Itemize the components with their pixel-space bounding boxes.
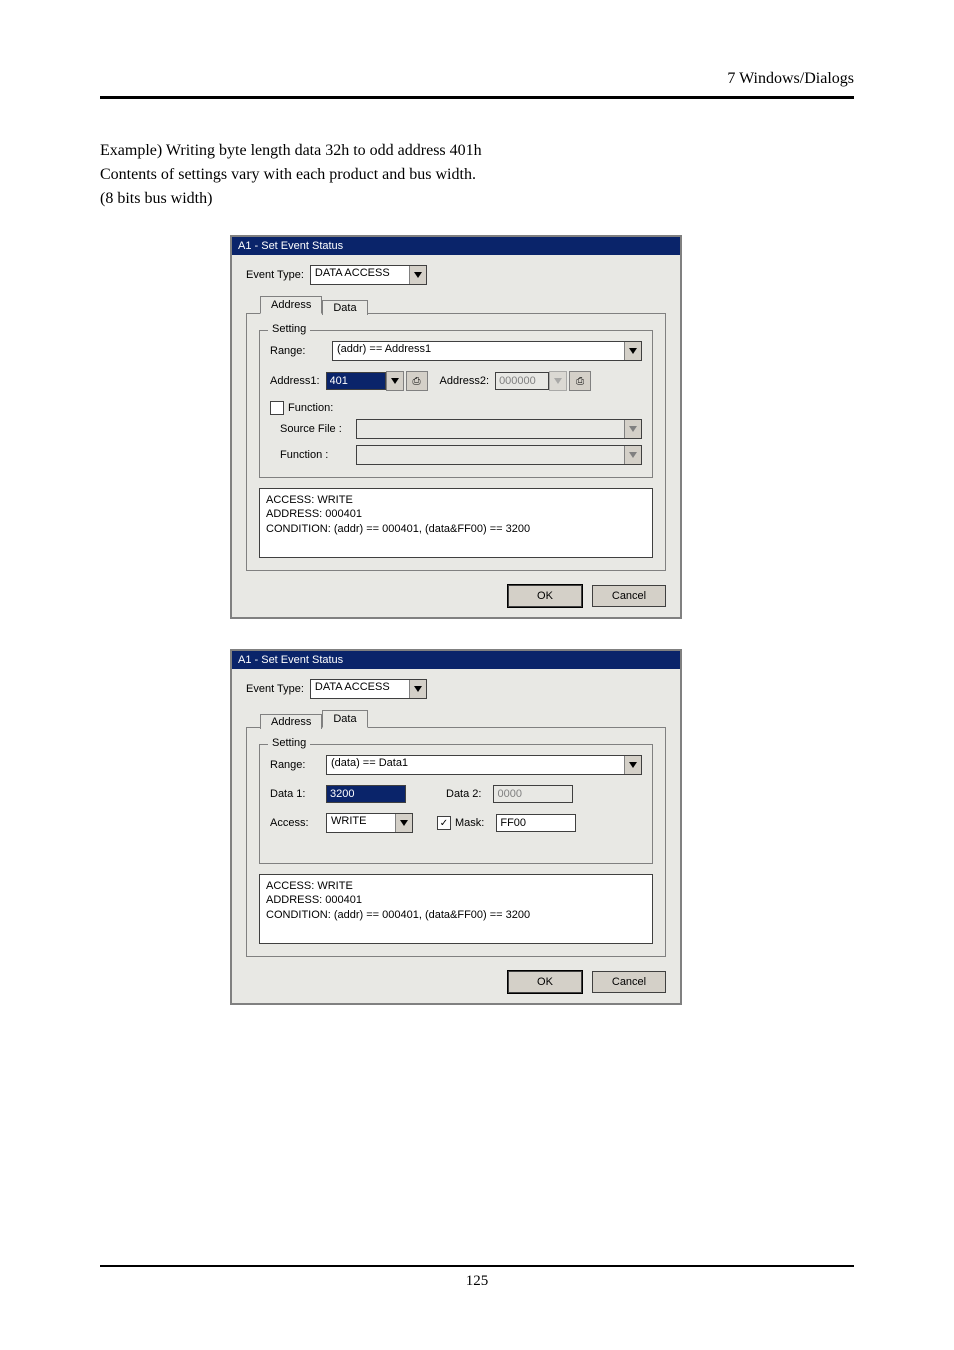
ok-button[interactable]: OK xyxy=(508,971,582,993)
function-chk-label: Function: xyxy=(288,402,333,414)
chevron-down-icon[interactable] xyxy=(409,266,426,284)
status-box: ACCESS: WRITE ADDRESS: 000401 CONDITION:… xyxy=(259,874,653,944)
range-combo[interactable]: (addr) == Address1 xyxy=(332,341,642,361)
intro-line3: (8 bits bus width) xyxy=(100,187,854,211)
access-label: Access: xyxy=(270,817,320,829)
dialog-title: A1 - Set Event Status xyxy=(232,651,680,669)
chevron-down-icon xyxy=(624,446,641,464)
tab-data[interactable]: Data xyxy=(322,710,367,728)
cancel-button[interactable]: Cancel xyxy=(592,971,666,993)
intro-line1: Example) Writing byte length data 32h to… xyxy=(100,139,854,163)
source-file-combo xyxy=(356,419,642,439)
mask-label: Mask: xyxy=(455,817,484,829)
event-type-label: Event Type: xyxy=(246,269,304,281)
chevron-down-icon[interactable] xyxy=(386,371,404,391)
header-section: 7 Windows/Dialogs xyxy=(100,70,854,88)
page-footer: 125 xyxy=(100,1265,854,1290)
range-label: Range: xyxy=(270,759,320,771)
lookup-icon[interactable]: ⎙ xyxy=(406,371,428,391)
range-value: (data) == Data1 xyxy=(327,756,624,774)
chevron-down-icon[interactable] xyxy=(624,756,641,774)
chevron-down-icon xyxy=(624,420,641,438)
chevron-down-icon xyxy=(549,371,567,391)
tab-address[interactable]: Address xyxy=(260,296,322,314)
status-line: ADDRESS: 000401 xyxy=(266,507,646,521)
data1-input[interactable] xyxy=(326,785,406,803)
chevron-down-icon[interactable] xyxy=(409,680,426,698)
event-type-combo[interactable]: DATA ACCESS xyxy=(310,679,427,699)
range-label: Range: xyxy=(270,345,326,357)
status-box: ACCESS: WRITE ADDRESS: 000401 CONDITION:… xyxy=(259,488,653,558)
set-event-status-dialog-address: A1 - Set Event Status Event Type: DATA A… xyxy=(230,235,682,619)
event-type-combo[interactable]: DATA ACCESS xyxy=(310,265,427,285)
address1-input[interactable] xyxy=(326,372,386,390)
setting-legend: Setting xyxy=(268,737,310,749)
status-line: ACCESS: WRITE xyxy=(266,493,646,507)
status-line: ADDRESS: 000401 xyxy=(266,893,646,907)
mask-input[interactable] xyxy=(496,814,576,832)
status-line: ACCESS: WRITE xyxy=(266,879,646,893)
header-rule xyxy=(100,96,854,99)
address1-label: Address1: xyxy=(270,375,320,387)
access-combo[interactable]: WRITE xyxy=(326,813,413,833)
lookup-icon[interactable]: ⎙ xyxy=(569,371,591,391)
access-value: WRITE xyxy=(327,814,395,832)
ok-button[interactable]: OK xyxy=(508,585,582,607)
chevron-down-icon[interactable] xyxy=(624,342,641,360)
mask-checkbox[interactable]: ✓ xyxy=(437,816,451,830)
setting-group: Setting Range: (data) == Data1 Data 1: xyxy=(259,744,653,864)
cancel-button[interactable]: Cancel xyxy=(592,585,666,607)
function-checkbox[interactable] xyxy=(270,401,284,415)
range-combo[interactable]: (data) == Data1 xyxy=(326,755,642,775)
dialog-title: A1 - Set Event Status xyxy=(232,237,680,255)
status-line: CONDITION: (addr) == 000401, (data&FF00)… xyxy=(266,908,646,922)
data2-label: Data 2: xyxy=(446,788,481,800)
chevron-down-icon[interactable] xyxy=(395,814,412,832)
intro-line2: Contents of settings vary with each prod… xyxy=(100,163,854,187)
page-number: 125 xyxy=(466,1273,489,1289)
address2-label: Address2: xyxy=(440,375,490,387)
setting-legend: Setting xyxy=(268,323,310,335)
address-panel: Setting Range: (addr) == Address1 Addres… xyxy=(246,313,666,571)
event-type-value: DATA ACCESS xyxy=(311,680,409,698)
source-file-label: Source File : xyxy=(280,423,350,435)
event-type-value: DATA ACCESS xyxy=(311,266,409,284)
tab-address[interactable]: Address xyxy=(260,714,322,729)
event-type-label: Event Type: xyxy=(246,683,304,695)
intro-text: Example) Writing byte length data 32h to… xyxy=(100,139,854,211)
function-combo xyxy=(356,445,642,465)
address2-input xyxy=(495,372,549,390)
range-value: (addr) == Address1 xyxy=(333,342,624,360)
status-line: CONDITION: (addr) == 000401, (data&FF00)… xyxy=(266,522,646,536)
data2-input xyxy=(493,785,573,803)
setting-group: Setting Range: (addr) == Address1 Addres… xyxy=(259,330,653,478)
data1-label: Data 1: xyxy=(270,788,320,800)
data-panel: Setting Range: (data) == Data1 Data 1: xyxy=(246,727,666,957)
set-event-status-dialog-data: A1 - Set Event Status Event Type: DATA A… xyxy=(230,649,682,1005)
tab-data[interactable]: Data xyxy=(322,300,367,315)
function-label: Function : xyxy=(280,449,350,461)
